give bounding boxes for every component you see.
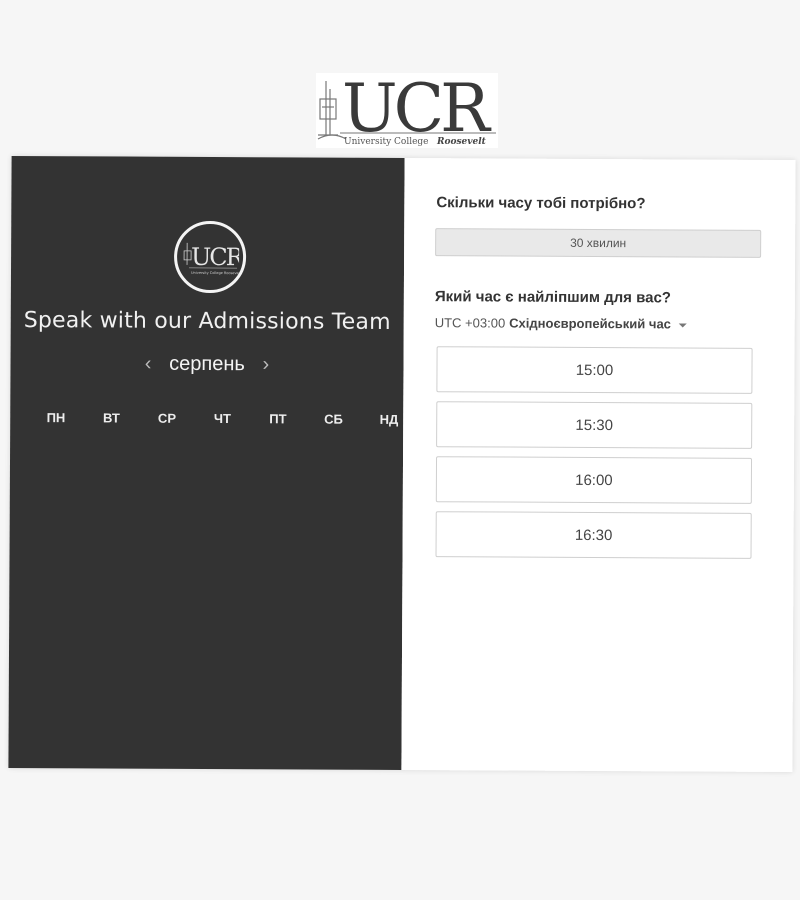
caret-down-icon [678,322,687,327]
svg-text:University College Roosevelt: University College Roosevelt [191,271,239,275]
svg-text:UCR: UCR [342,73,492,147]
time-selection-panel: Скільки часу тобі потрібно? 30 хвилин Як… [401,158,796,773]
chevron-left-icon[interactable]: ‹ [141,353,155,375]
timezone-selector[interactable]: UTC +03:00 Східноєвропейський час [435,315,687,331]
month-navigation: ‹ серпень › [10,352,403,376]
time-question: Який час є найліпшим для вас? [434,288,672,307]
svg-text:UCR: UCR [191,243,239,271]
duration-select[interactable]: 30 хвилин [435,228,762,258]
time-slot-button[interactable]: 16:00 [435,456,753,504]
time-slot-button[interactable]: 15:30 [436,401,753,449]
time-slot-button[interactable]: 15:00 [436,346,753,394]
chevron-right-icon[interactable]: › [259,353,273,375]
weekday-thu: ЧТ [213,411,232,427]
ucr-logo: UCR University College Roosevelt [316,73,498,148]
svg-text:Roosevelt: Roosevelt [436,137,487,147]
team-title: Speak with our Admissions Team [23,308,391,335]
weekday-header: ПН ВТ СР ЧТ ПТ СБ НД [28,410,417,427]
weekday-tue: ВТ [103,410,120,426]
weekday-fri: ПТ [269,411,287,427]
timezone-offset: UTC +03:00 [434,315,506,331]
time-slot-button[interactable]: 16:30 [435,511,752,559]
current-month: серпень [169,352,245,376]
booking-widget: UCR University College Roosevelt Speak w… [8,155,796,773]
weekday-wed: СР [157,410,177,426]
ucr-badge-logo: UCR University College Roosevelt [173,220,247,294]
calendar-panel: UCR University College Roosevelt Speak w… [8,155,405,771]
weekday-mon: ПН [46,410,66,426]
weekday-sat: СБ [324,411,343,427]
duration-question: Скільки часу тобі потрібно? [436,194,646,213]
timezone-name: Східноєвропейський час [509,315,671,332]
time-slot-list: 15:00 15:30 16:00 16:30 [435,346,753,568]
svg-text:University College: University College [344,137,429,147]
